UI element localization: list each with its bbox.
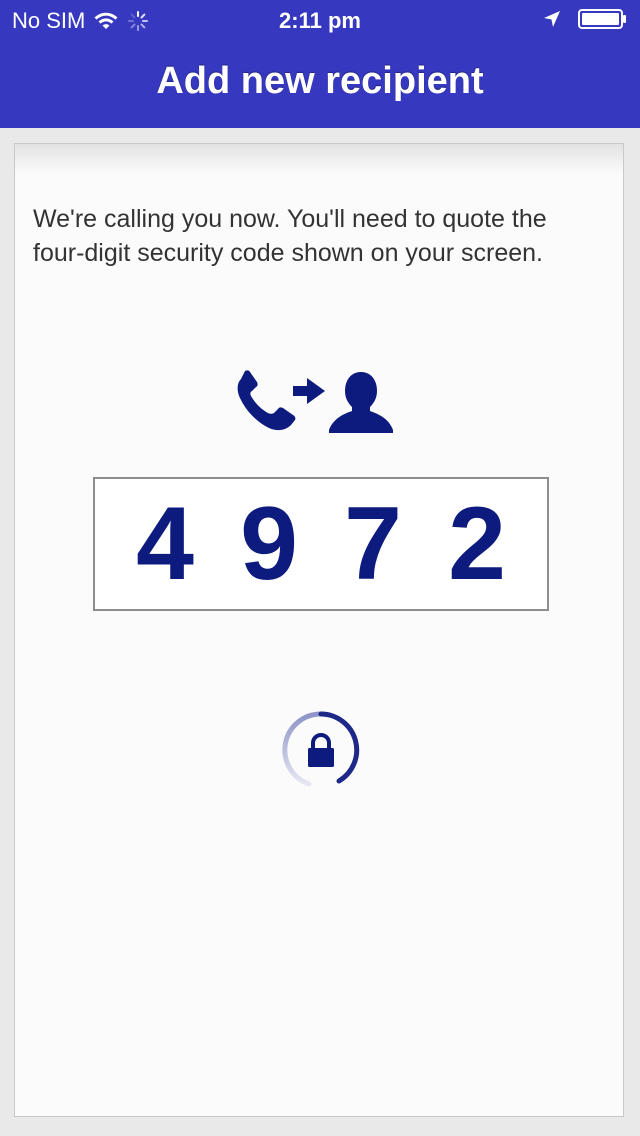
lock-spinner-icon xyxy=(282,711,360,787)
location-arrow-icon xyxy=(544,11,560,27)
calling-message: We're calling you now. You'll need to qu… xyxy=(33,205,547,267)
page-title: Add new recipient xyxy=(156,60,484,102)
app-header: No SIM 2:11 pm Add new recipient xyxy=(0,0,640,128)
security-code-digit: 9 xyxy=(240,486,298,602)
battery-icon xyxy=(578,9,626,29)
status-bar: No SIM 2:11 pm xyxy=(0,0,640,40)
status-right xyxy=(542,8,628,30)
content-card: We're calling you now. You'll need to qu… xyxy=(14,143,624,1117)
security-code-digit: 7 xyxy=(344,486,402,602)
card-top-shadow xyxy=(15,144,623,174)
phone-to-person-icon xyxy=(237,370,393,433)
security-code-digit: 2 xyxy=(448,486,506,602)
security-code-box: 4 9 7 2 xyxy=(93,477,549,611)
security-code-digit: 4 xyxy=(136,486,194,602)
